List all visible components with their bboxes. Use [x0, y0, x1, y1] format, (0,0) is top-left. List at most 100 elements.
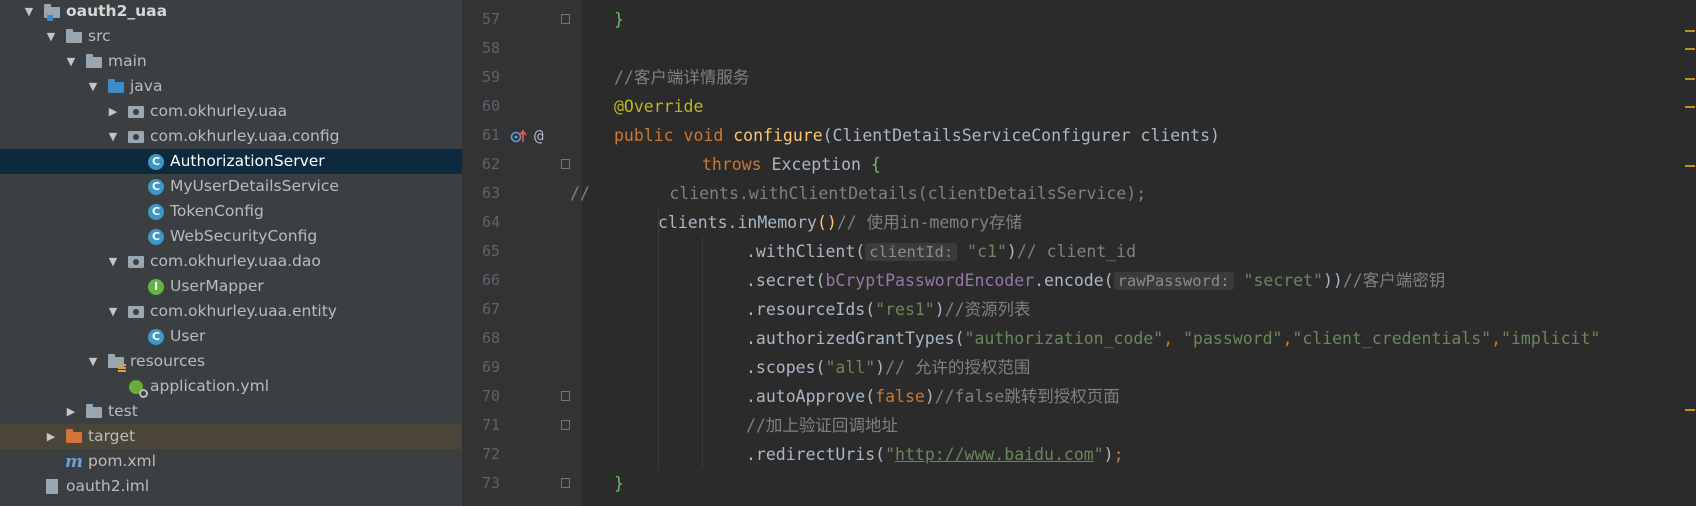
package-icon: [128, 304, 144, 320]
code-line[interactable]: 65 .withClient(clientId: "c1")// client_i…: [462, 237, 1696, 266]
tree-item-content: ▼ com.okhurley.uaa.dao: [106, 249, 321, 274]
code-token: .resourceIds(: [746, 300, 876, 319]
indent-guide: [702, 237, 703, 266]
line-number: 70: [481, 387, 500, 405]
tree-item-java[interactable]: ▼ java: [0, 74, 462, 99]
code-line[interactable]: 69 .scopes("all")// 允许的授权范围: [462, 353, 1696, 382]
fold-marker-icon[interactable]: [561, 391, 570, 401]
warning-marker[interactable]: [1685, 106, 1695, 108]
package-icon: [128, 254, 144, 270]
indent-guide: [702, 324, 703, 353]
fold-marker-icon[interactable]: [561, 420, 570, 430]
code-editor[interactable]: 57} 58 59 //客户端详情服务 60 @Override 61 @ public voi…: [462, 0, 1696, 506]
expand-arrow-icon[interactable]: ▼: [64, 55, 78, 69]
indent-guide: [702, 411, 703, 440]
code-token: .autoApprove(: [746, 387, 876, 406]
line-number: 65: [481, 242, 500, 260]
tree-item-oauth2-uaa[interactable]: ▼ oauth2_uaa: [0, 0, 462, 24]
code-line[interactable]: 57}: [462, 5, 1696, 34]
tree-item-label: java: [130, 77, 163, 95]
tree-item-websecurityconfig[interactable]: C WebSecurityConfig: [0, 224, 462, 249]
tree-item-com-okhurley-uaa-entity[interactable]: ▼ com.okhurley.uaa.entity: [0, 299, 462, 324]
project-tree-panel[interactable]: ▼ oauth2_uaa ▼ src ▼ main ▼ java ▶ com.okhurley.u…: [0, 0, 462, 506]
expand-arrow-icon[interactable]: ▼: [106, 305, 120, 319]
expand-arrow-icon[interactable]: ▼: [22, 5, 36, 19]
code-line[interactable]: 61 @ public void configure(ClientDetailsSe…: [462, 121, 1696, 150]
tree-item-label: application.yml: [150, 377, 270, 395]
code-token: .authorizedGrantTypes(: [746, 329, 965, 348]
tree-item-label: main: [108, 52, 147, 70]
warning-marker[interactable]: [1685, 30, 1695, 32]
code-line[interactable]: 63 // clients.withClientDetails(clientDet…: [462, 179, 1696, 208]
code-line[interactable]: 67 .resourceIds("res1")//资源列表: [462, 295, 1696, 324]
fold-marker-icon[interactable]: [561, 159, 570, 169]
code-token: ): [924, 387, 935, 406]
code-text: .secret(bCryptPasswordEncoder.encode(raw…: [746, 266, 1445, 295]
expand-arrow-icon[interactable]: ▼: [106, 130, 120, 144]
tree-item-content: ▼ resources: [86, 349, 205, 374]
tree-item-resources[interactable]: ▼ resources: [0, 349, 462, 374]
tree-item-application-yml[interactable]: application.yml: [0, 374, 462, 399]
collapse-arrow-icon[interactable]: ▶: [44, 430, 58, 444]
collapse-arrow-icon[interactable]: ▶: [106, 105, 120, 119]
editor-scrollbar[interactable]: [1684, 0, 1696, 506]
code-link[interactable]: http://www.baidu.com: [895, 445, 1094, 464]
expand-arrow-icon[interactable]: ▼: [44, 30, 58, 44]
expand-arrow-icon[interactable]: ▼: [86, 80, 100, 94]
code-token: ": [885, 445, 896, 464]
code-line[interactable]: 66 .secret(bCryptPasswordEncoder.encode(r…: [462, 266, 1696, 295]
code-line[interactable]: 71 //加上验证回调地址: [462, 411, 1696, 440]
code-line[interactable]: 64 clients.inMemory()// 使用in-memory存储: [462, 208, 1696, 237]
tree-item-src[interactable]: ▼ src: [0, 24, 462, 49]
code-token: }: [614, 474, 624, 493]
code-token: ): [1006, 242, 1017, 261]
tree-item-main[interactable]: ▼ main: [0, 49, 462, 74]
indent-guide: [702, 266, 703, 295]
tree-item-com-okhurley-uaa-config[interactable]: ▼ com.okhurley.uaa.config: [0, 124, 462, 149]
tree-item-oauth2-iml[interactable]: oauth2.iml: [0, 474, 462, 499]
tree-item-myuserdetailsservice[interactable]: C MyUserDetailsService: [0, 174, 462, 199]
tree-item-test[interactable]: ▶ test: [0, 399, 462, 424]
warning-marker[interactable]: [1685, 409, 1695, 411]
tree-item-pom-xml[interactable]: m pom.xml: [0, 449, 462, 474]
tree-item-content: ▼ oauth2_uaa: [22, 0, 167, 24]
code-line[interactable]: 60 @Override: [462, 92, 1696, 121]
line-number: 71: [481, 416, 500, 434]
implements-method-icon[interactable]: [510, 121, 528, 150]
expand-arrow-icon[interactable]: ▼: [86, 355, 100, 369]
code-line[interactable]: 72 .redirectUris("http://www.baidu.com");: [462, 440, 1696, 469]
code-line[interactable]: 62 throws Exception {: [462, 150, 1696, 179]
tree-item-content: ▼ com.okhurley.uaa.entity: [106, 299, 337, 324]
code-line[interactable]: 59 //客户端详情服务: [462, 63, 1696, 92]
code-token: //加上验证回调地址: [746, 416, 898, 435]
tree-item-authorizationserver[interactable]: C AuthorizationServer: [0, 149, 462, 174]
warning-marker[interactable]: [1685, 165, 1695, 167]
fold-marker-icon[interactable]: [561, 14, 570, 24]
tree-item-user[interactable]: C User: [0, 324, 462, 349]
tree-item-com-okhurley-uaa[interactable]: ▶ com.okhurley.uaa: [0, 99, 462, 124]
indent-guide: [658, 440, 659, 469]
line-number: 66: [481, 271, 500, 289]
tree-item-label: com.okhurley.uaa.dao: [150, 252, 321, 270]
code-line[interactable]: 70 .autoApprove(false)//false跳转到授权页面: [462, 382, 1696, 411]
code-line[interactable]: 73}: [462, 469, 1696, 498]
code-line[interactable]: 68 .authorizedGrantTypes("authorization_c…: [462, 324, 1696, 353]
code-text: throws Exception {: [702, 150, 881, 179]
fold-marker-icon[interactable]: [561, 478, 570, 488]
tree-item-target[interactable]: ▶ target: [0, 424, 462, 449]
expand-arrow-icon[interactable]: ▼: [106, 255, 120, 269]
warning-marker[interactable]: [1685, 78, 1695, 80]
folder-icon: [66, 29, 82, 45]
tree-item-usermapper[interactable]: I UserMapper: [0, 274, 462, 299]
tree-item-tokenconfig[interactable]: C TokenConfig: [0, 199, 462, 224]
tree-item-content: ▼ main: [64, 49, 147, 74]
code-text: clients.inMemory()// 使用in-memory存储: [658, 208, 1022, 237]
tree-item-com-okhurley-uaa-dao[interactable]: ▼ com.okhurley.uaa.dao: [0, 249, 462, 274]
collapse-arrow-icon[interactable]: ▶: [64, 405, 78, 419]
warning-marker[interactable]: [1685, 48, 1695, 50]
code-line[interactable]: 58: [462, 34, 1696, 63]
override-annotation-icon[interactable]: @: [534, 121, 544, 150]
tree-item-content: I UserMapper: [126, 274, 264, 299]
class-icon: C: [148, 203, 164, 220]
